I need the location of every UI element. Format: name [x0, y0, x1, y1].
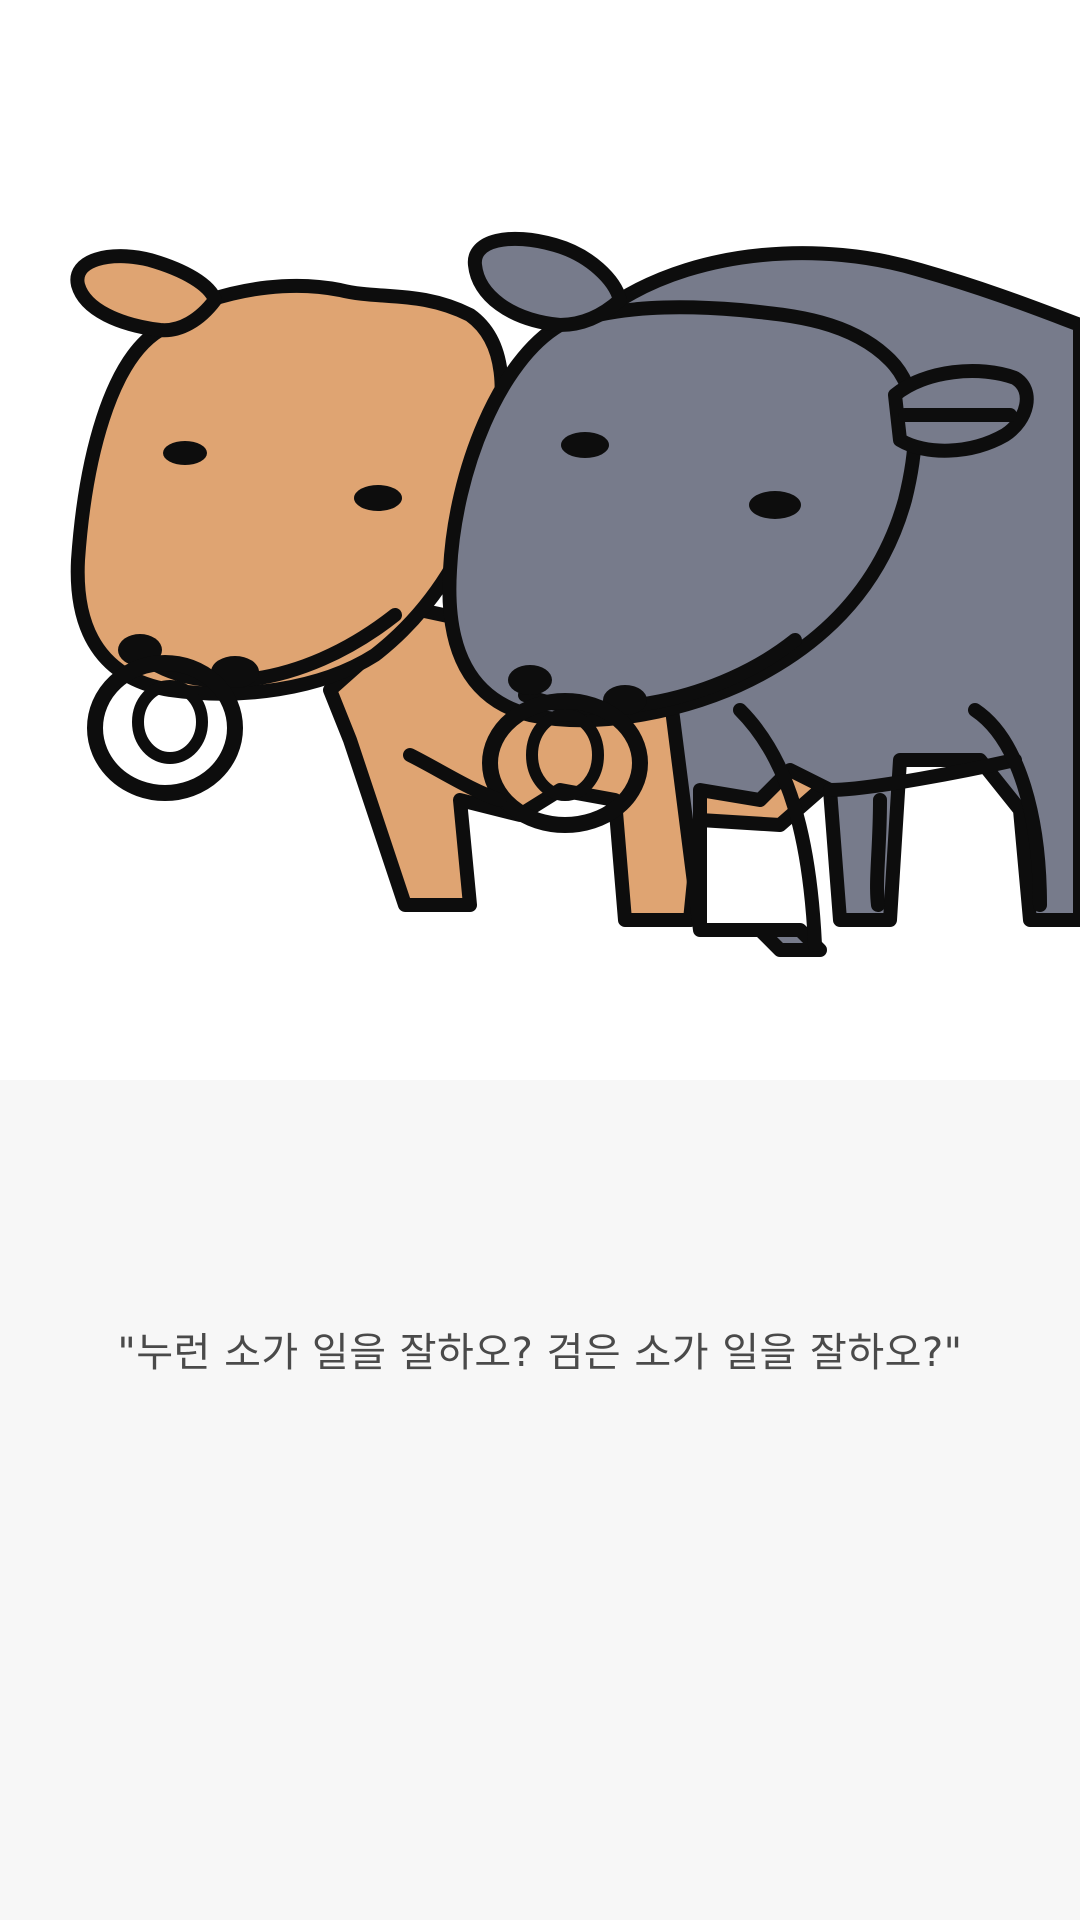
story-caption: "누런 소가 일을 잘하오? 검은 소가 일을 잘하오?" [117, 1330, 963, 1376]
story-illustration [0, 0, 1080, 1080]
black-ox [403, 231, 1080, 957]
oxen-drawing [70, 231, 1080, 957]
story-page: "누런 소가 일을 잘하오? 검은 소가 일을 잘하오?" [0, 0, 1080, 1920]
caption-area: "누런 소가 일을 잘하오? 검은 소가 일을 잘하오?" [0, 1080, 1080, 1920]
